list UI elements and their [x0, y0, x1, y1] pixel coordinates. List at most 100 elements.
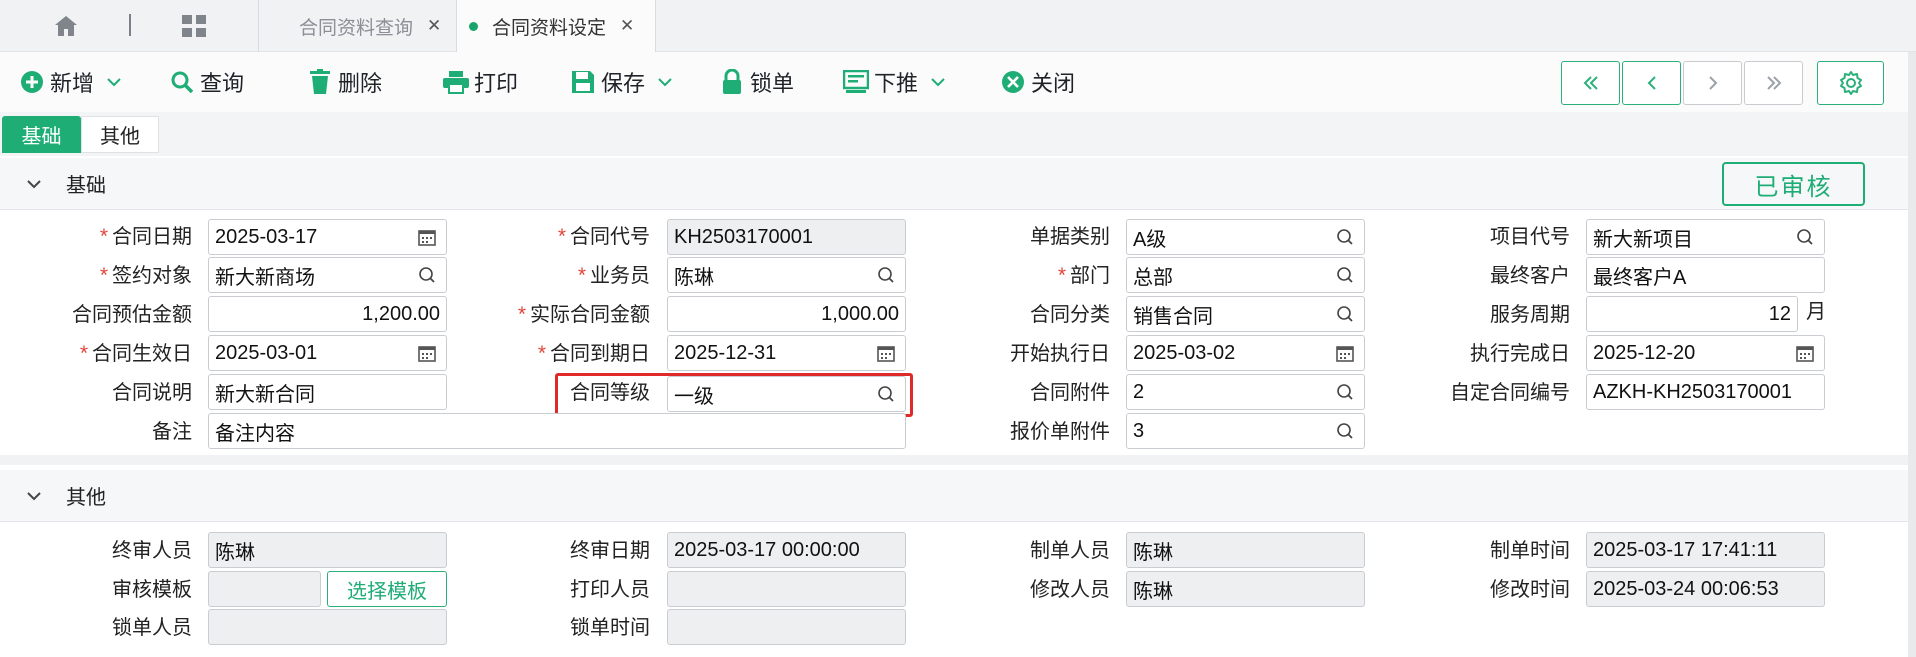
label-modifier: 修改人员	[1030, 579, 1110, 601]
search-icon[interactable]	[873, 266, 899, 284]
select-template-button[interactable]: 选择模板	[327, 571, 447, 607]
first-record-button[interactable]	[1561, 61, 1620, 105]
final-customer-field[interactable]: 最终客户A	[1586, 257, 1825, 293]
project-code-field[interactable]: 新大新项目	[1586, 219, 1825, 255]
modifier-field[interactable]: 陈琳	[1126, 571, 1365, 607]
actual-amount-field[interactable]: 1,000.00	[667, 296, 906, 332]
search-icon[interactable]	[1332, 383, 1358, 401]
label-lock-time: 锁单时间	[570, 617, 650, 639]
search-icon[interactable]	[1332, 266, 1358, 284]
review-template-field[interactable]	[208, 571, 321, 607]
tab-contract-query[interactable]: 合同资料查询 ✕	[258, 0, 456, 52]
chevron-down-icon[interactable]	[106, 77, 122, 87]
label-grade: 合同等级	[570, 382, 650, 404]
chevron-down-icon	[26, 179, 44, 189]
quote-attachment-field[interactable]: 3	[1126, 413, 1365, 449]
section-basic-header[interactable]: 基础	[0, 158, 1916, 210]
label-salesperson: * 业务员	[577, 264, 650, 287]
printer-field[interactable]	[667, 571, 906, 607]
last-record-button[interactable]	[1744, 61, 1803, 105]
contract-type-field[interactable]: 销售合同	[1126, 296, 1365, 332]
contract-date-field[interactable]: 2025-03-17	[208, 219, 447, 255]
est-amount-field[interactable]: 1,200.00	[208, 296, 447, 332]
locker-field[interactable]	[208, 609, 447, 645]
label-sign-target: * 签约对象	[99, 264, 192, 287]
label-custom-no: 自定合同编号	[1450, 382, 1570, 404]
description-field[interactable]: 新大新合同	[208, 374, 447, 410]
settings-button[interactable]	[1817, 61, 1884, 105]
subtab-basic[interactable]: 基础	[2, 116, 81, 153]
search-icon[interactable]	[414, 266, 440, 284]
label-quote-attachment: 报价单附件	[1010, 421, 1110, 443]
tab-contract-setting[interactable]: 合同资料设定 ✕	[456, 0, 656, 52]
save-button[interactable]: 保存	[569, 66, 673, 98]
calendar-icon[interactable]	[1792, 344, 1818, 362]
remark-field[interactable]: 备注内容	[208, 413, 906, 449]
label-effective-date: * 合同生效日	[79, 342, 192, 365]
service-period-field[interactable]: 12	[1586, 296, 1798, 332]
close-circle-icon	[999, 68, 1027, 96]
grade-field[interactable]: 一级	[667, 376, 906, 412]
push-down-icon	[842, 68, 870, 96]
create-time-field[interactable]: 2025-03-17 17:41:11	[1586, 532, 1825, 568]
grid-icon	[182, 15, 206, 37]
search-icon[interactable]	[1332, 422, 1358, 440]
label-contract-type: 合同分类	[1030, 304, 1110, 326]
subtab-other[interactable]: 其他	[81, 116, 159, 153]
delete-button[interactable]: 删除	[306, 66, 382, 98]
label-est-amount: 合同预估金额	[72, 304, 192, 326]
sign-target-field[interactable]: 新大新商场	[208, 257, 447, 293]
search-icon[interactable]	[1792, 228, 1818, 246]
label-exec-done: 执行完成日	[1470, 343, 1570, 365]
search-icon[interactable]	[1332, 228, 1358, 246]
custom-no-field[interactable]: AZKH-KH2503170001	[1586, 374, 1825, 410]
search-icon[interactable]	[873, 385, 899, 403]
label-final-reviewer: 终审人员	[112, 540, 192, 562]
chevron-down-icon[interactable]	[657, 77, 673, 87]
final-reviewer-field[interactable]: 陈琳	[208, 532, 447, 568]
apps-button[interactable]	[176, 12, 212, 40]
new-button[interactable]: 新增	[18, 66, 122, 98]
tab-label: 合同资料设定	[492, 17, 607, 39]
calendar-icon[interactable]	[1332, 344, 1358, 362]
exec-done-field[interactable]: 2025-12-20	[1586, 335, 1825, 371]
scrollbar-track[interactable]	[1908, 52, 1916, 657]
next-record-button[interactable]	[1683, 61, 1742, 105]
label-expiry-date: * 合同到期日	[537, 342, 650, 365]
tab-label: 合同资料查询	[299, 17, 414, 39]
final-review-date-field[interactable]: 2025-03-17 00:00:00	[667, 532, 906, 568]
subtab-bar	[0, 112, 1916, 156]
close-button[interactable]: 关闭	[999, 66, 1075, 98]
contract-code-field[interactable]: KH2503170001	[667, 219, 906, 255]
close-icon[interactable]: ✕	[620, 16, 634, 36]
lock-icon	[718, 68, 746, 96]
label-description: 合同说明	[112, 382, 192, 404]
calendar-icon[interactable]	[873, 344, 899, 362]
section-other-header[interactable]: 其他	[0, 470, 1916, 522]
label-final-review-date: 终审日期	[570, 540, 650, 562]
label-remark: 备注	[152, 421, 192, 443]
creator-field[interactable]: 陈琳	[1126, 532, 1365, 568]
chevron-down-icon[interactable]	[930, 77, 946, 87]
close-icon[interactable]: ✕	[427, 16, 441, 36]
query-button[interactable]: 查询	[168, 66, 244, 98]
section-title: 其他	[66, 487, 106, 509]
calendar-icon[interactable]	[414, 344, 440, 362]
expiry-date-field[interactable]: 2025-12-31	[667, 335, 906, 371]
search-icon[interactable]	[1332, 305, 1358, 323]
effective-date-field[interactable]: 2025-03-01	[208, 335, 447, 371]
attachment-field[interactable]: 2	[1126, 374, 1365, 410]
push-down-button[interactable]: 下推	[842, 66, 946, 98]
salesperson-field[interactable]: 陈琳	[667, 257, 906, 293]
calendar-icon[interactable]	[414, 228, 440, 246]
lock-button[interactable]: 锁单	[718, 66, 794, 98]
lock-time-field[interactable]	[667, 609, 906, 645]
start-exec-field[interactable]: 2025-03-02	[1126, 335, 1365, 371]
modify-time-field[interactable]: 2025-03-24 00:06:53	[1586, 571, 1825, 607]
home-button[interactable]	[44, 12, 88, 40]
print-button[interactable]: 打印	[442, 66, 518, 98]
department-field[interactable]: 总部	[1126, 257, 1365, 293]
prev-record-button[interactable]	[1622, 61, 1681, 105]
doc-category-field[interactable]: A级	[1126, 219, 1365, 255]
trash-icon	[306, 68, 334, 96]
